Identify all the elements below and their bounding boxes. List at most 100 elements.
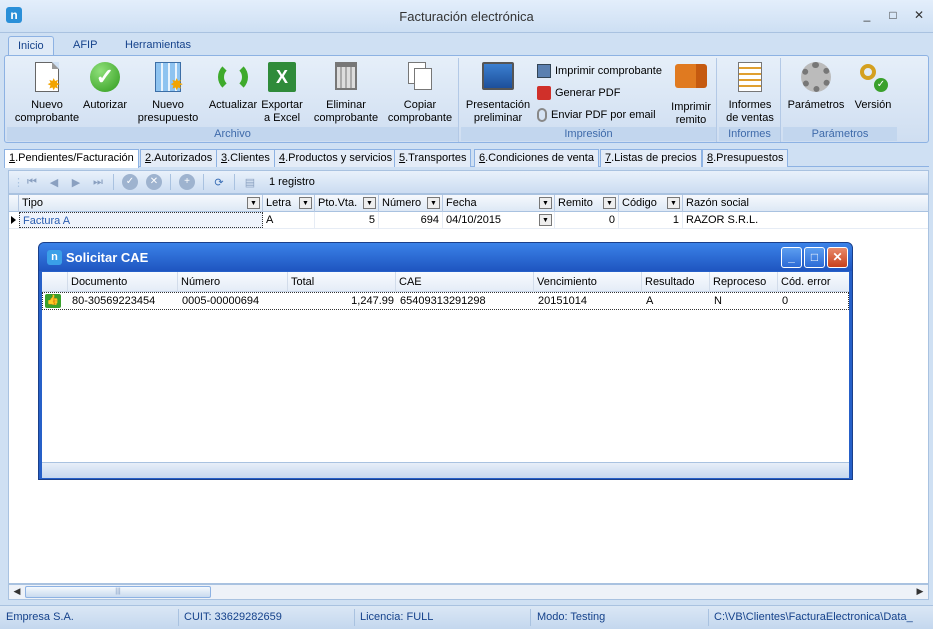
column-reproceso[interactable]: Reproceso <box>710 272 778 292</box>
group-label-impresion: Impresión <box>461 127 716 141</box>
column-cae-numero[interactable]: Número <box>178 272 288 292</box>
first-record-icon[interactable]: ⏮ <box>25 176 39 189</box>
next-record-icon[interactable]: ▶ <box>69 176 83 189</box>
parametros-label: Parámetros <box>787 99 845 111</box>
filter-dropdown-icon[interactable]: ▼ <box>427 197 440 209</box>
thumbs-up-icon: 👍 <box>45 294 61 308</box>
cell-remito[interactable]: 0 <box>555 212 619 228</box>
minimize-button[interactable]: _ <box>861 8 873 22</box>
dialog-minimize-button[interactable]: _ <box>781 247 802 268</box>
print-small-icon[interactable]: ▤ <box>243 176 257 189</box>
dialog-close-button[interactable]: ✕ <box>827 247 848 268</box>
horizontal-scrollbar[interactable]: ◀ ||| ▶ <box>8 584 929 600</box>
confirm-icon[interactable]: ✓ <box>122 174 138 190</box>
tab-listas-precios-label: .Listas de precios <box>611 152 697 164</box>
cell-tipo[interactable]: Factura A <box>19 212 263 228</box>
table-row[interactable]: Factura A A 5 694 04/10/2015 ▼ 0 1 RAZOR … <box>9 212 928 229</box>
column-documento[interactable]: Documento <box>68 272 178 292</box>
tab-autorizados[interactable]: 2.Autorizados <box>140 149 218 167</box>
filter-dropdown-icon[interactable]: ▼ <box>299 197 312 209</box>
dialog-logo-icon: n <box>47 250 62 265</box>
prev-record-icon[interactable]: ◀ <box>47 176 61 189</box>
column-tipo[interactable]: Tipo ▼ <box>19 195 263 212</box>
tab-pendientes[interactable]: 1.Pendientes/Facturación <box>4 149 139 168</box>
version-button[interactable]: ✓ Versión <box>851 60 895 112</box>
imprimir-remito-label: Imprimir remito <box>671 101 711 126</box>
tab-condiciones[interactable]: 6.Condiciones de venta <box>474 149 599 167</box>
tab-transportes[interactable]: 5.Transportes <box>394 149 472 167</box>
scroll-right-icon[interactable]: ▶ <box>913 586 927 598</box>
ribbon-tab-afip[interactable]: AFIP <box>64 36 106 56</box>
dialog-title-bar[interactable]: n Solicitar CAE _ □ ✕ <box>39 243 852 271</box>
filter-dropdown-icon[interactable]: ▼ <box>667 197 680 209</box>
column-razon-social[interactable]: Razón social <box>683 195 928 212</box>
nuevo-presupuesto-button[interactable]: ✸ Nuevo presupuesto <box>133 60 203 125</box>
date-dropdown-icon[interactable]: ▼ <box>539 214 552 226</box>
scroll-left-icon[interactable]: ◀ <box>10 586 24 598</box>
row-indicator-icon <box>11 216 16 224</box>
filter-dropdown-icon[interactable]: ▼ <box>363 197 376 209</box>
exportar-excel-label: Exportar a Excel <box>261 99 303 124</box>
imprimir-comprobante-button[interactable]: Imprimir comprobante <box>537 64 662 78</box>
column-resultado[interactable]: Resultado <box>642 272 710 292</box>
pdf-icon <box>537 86 551 100</box>
actualizar-button[interactable]: Actualizar <box>207 60 259 112</box>
cell-fecha[interactable]: 04/10/2015 ▼ <box>443 212 555 228</box>
cell-razon-social[interactable]: RAZOR S.R.L. <box>683 212 928 228</box>
ribbon-tab-inicio[interactable]: Inicio <box>8 36 54 56</box>
check-icon: ✓ <box>89 62 121 94</box>
last-record-icon[interactable]: ⏭ <box>91 176 105 189</box>
eliminar-comprobante-button[interactable]: Eliminar comprobante <box>311 60 381 125</box>
cell-pto-vta[interactable]: 5 <box>315 212 379 228</box>
add-icon[interactable]: + <box>179 174 195 190</box>
column-letra[interactable]: Letra ▼ <box>263 195 315 212</box>
status-licencia: Licencia: FULL <box>360 611 434 623</box>
column-cae[interactable]: CAE <box>396 272 534 292</box>
column-remito[interactable]: Remito ▼ <box>555 195 619 212</box>
ribbon-group-parametros: Parámetros ✓ Versión Parámetros <box>783 58 897 142</box>
dialog-title: Solicitar CAE <box>66 250 149 265</box>
eliminar-comprobante-label: Eliminar comprobante <box>313 99 379 124</box>
ribbon-tab-herramientas[interactable]: Herramientas <box>116 36 200 56</box>
tab-presupuestos-label: .Presupuestos <box>713 152 784 164</box>
tab-clientes[interactable]: 3.Clientes <box>216 149 275 167</box>
tab-presupuestos[interactable]: 8.Presupuestos <box>702 149 789 167</box>
maximize-button[interactable]: □ <box>887 8 899 22</box>
filter-dropdown-icon[interactable]: ▼ <box>603 197 616 209</box>
informes-ventas-button[interactable]: Informes de ventas <box>721 60 779 125</box>
cell-codigo[interactable]: 1 <box>619 212 683 228</box>
exportar-excel-button[interactable]: X Exportar a Excel <box>259 60 305 125</box>
column-fecha[interactable]: Fecha ▼ <box>443 195 555 212</box>
group-label-informes: Informes <box>719 127 780 141</box>
dialog-maximize-button[interactable]: □ <box>804 247 825 268</box>
column-razon-social-label: Razón social <box>686 197 749 209</box>
imprimir-remito-button[interactable]: Imprimir remito <box>667 60 715 127</box>
filter-dropdown-icon[interactable]: ▼ <box>539 197 552 209</box>
column-total[interactable]: Total <box>288 272 396 292</box>
presentacion-preliminar-button[interactable]: Presentación preliminar <box>463 60 533 125</box>
column-codigo[interactable]: Código ▼ <box>619 195 683 212</box>
column-numero[interactable]: Número ▼ <box>379 195 443 212</box>
copiar-comprobante-button[interactable]: Copiar comprobante <box>385 60 455 125</box>
cell-letra[interactable]: A <box>263 212 315 228</box>
tab-productos[interactable]: 4.Productos y servicios <box>274 149 398 167</box>
actualizar-label: Actualizar <box>208 99 258 111</box>
column-cod-error[interactable]: Cód. error <box>778 272 849 292</box>
column-vencimiento[interactable]: Vencimiento <box>534 272 642 292</box>
tab-listas-precios[interactable]: 7.Listas de precios <box>600 149 702 167</box>
dialog-footer <box>42 462 849 478</box>
generar-pdf-button[interactable]: Generar PDF <box>537 86 620 100</box>
column-pto-vta[interactable]: Pto.Vta. ▼ <box>315 195 379 212</box>
filter-dropdown-icon[interactable]: ▼ <box>247 197 260 209</box>
autorizar-button[interactable]: ✓ Autorizar <box>81 60 129 112</box>
cancel-icon[interactable]: ✕ <box>146 174 162 190</box>
refresh-small-icon[interactable]: ⟳ <box>212 176 226 189</box>
nuevo-comprobante-button[interactable]: ✸ Nuevo comprobante <box>11 60 83 125</box>
cell-numero[interactable]: 694 <box>379 212 443 228</box>
gear-icon <box>800 62 832 94</box>
close-button[interactable]: ✕ <box>913 8 925 22</box>
table-row[interactable]: 👍 80-30569223454 0005-00000694 1,247.99 … <box>42 292 849 310</box>
scroll-thumb[interactable]: ||| <box>25 586 211 598</box>
parametros-button[interactable]: Parámetros <box>785 60 847 112</box>
enviar-pdf-email-button[interactable]: Enviar PDF por email <box>537 108 656 122</box>
